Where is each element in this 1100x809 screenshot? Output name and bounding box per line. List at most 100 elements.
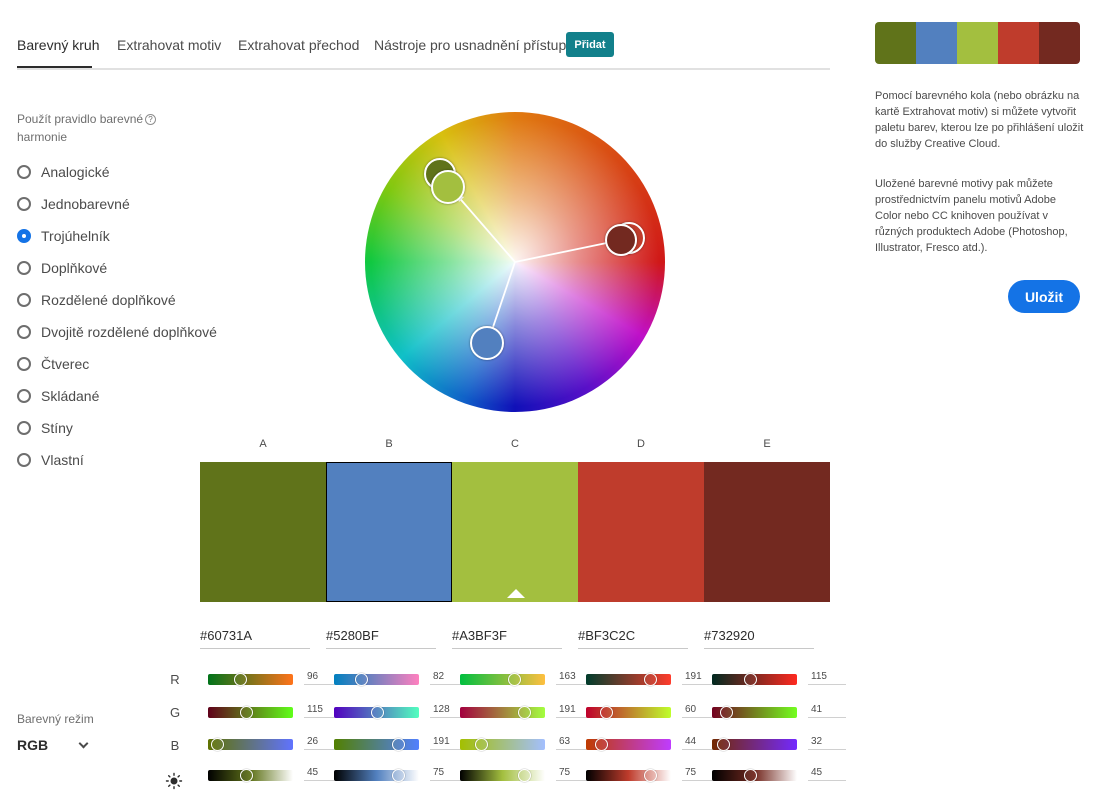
slider-handle[interactable] xyxy=(391,769,405,782)
harmony-rule-option[interactable]: Stíny xyxy=(17,418,73,438)
wheel-handle-b[interactable] xyxy=(470,326,504,360)
wheel-handle-c-base[interactable] xyxy=(431,170,465,204)
channel-slider-b[interactable] xyxy=(712,738,797,751)
slider-handle[interactable] xyxy=(210,738,224,751)
slider-handle[interactable] xyxy=(234,673,247,686)
harmony-rule-option[interactable]: Skládané xyxy=(17,386,99,406)
harmony-rule-option[interactable]: Jednobarevné xyxy=(17,194,130,214)
wheel-connector-lines xyxy=(455,193,622,343)
slider-handle[interactable] xyxy=(508,673,522,686)
channel-slider-g[interactable] xyxy=(460,706,545,719)
channel-slider-b[interactable] xyxy=(586,738,671,751)
palette-preview[interactable] xyxy=(875,22,1080,64)
tab-extract-theme[interactable]: Extrahovat motiv xyxy=(117,37,221,53)
harmony-rule-option[interactable]: Rozdělené doplňkové xyxy=(17,290,176,310)
radio-button[interactable] xyxy=(17,165,31,179)
radio-button[interactable] xyxy=(17,325,31,339)
channel-value-field[interactable]: 41 xyxy=(808,704,846,718)
channel-slider-r[interactable] xyxy=(460,673,545,686)
channel-slider-brightness[interactable] xyxy=(460,769,545,782)
palette-preview-swatch[interactable] xyxy=(1039,22,1080,64)
slider-handle[interactable] xyxy=(744,673,758,686)
channel-slider-brightness[interactable] xyxy=(334,769,419,782)
slider-handle[interactable] xyxy=(370,706,384,719)
harmony-rule-option[interactable]: Trojúhelník xyxy=(17,226,110,246)
slider-handle[interactable] xyxy=(517,769,531,782)
hex-input[interactable] xyxy=(704,624,814,649)
swatch-column-letter: A xyxy=(259,438,267,450)
slider-handle[interactable] xyxy=(643,769,657,782)
color-swatch[interactable] xyxy=(200,462,326,602)
channel-slider-brightness[interactable] xyxy=(208,769,293,782)
channel-slider-b[interactable] xyxy=(208,738,293,751)
channel-value-field[interactable]: 32 xyxy=(808,736,846,750)
palette-preview-swatch[interactable] xyxy=(957,22,998,64)
slider-handle[interactable] xyxy=(240,706,254,719)
radio-button[interactable] xyxy=(17,293,31,307)
channel-slider-g[interactable] xyxy=(208,706,293,719)
channel-slider-r[interactable] xyxy=(712,673,797,686)
harmony-rule-option[interactable]: Vlastní xyxy=(17,450,84,470)
channel-value-field[interactable]: 115 xyxy=(808,671,846,685)
slider-handle[interactable] xyxy=(391,738,405,751)
slider-handle[interactable] xyxy=(719,706,733,719)
harmony-rule-option[interactable]: Čtverec xyxy=(17,354,89,374)
color-swatch[interactable] xyxy=(452,462,578,602)
swatch-column-letter: D xyxy=(637,438,645,450)
radio-button[interactable] xyxy=(17,261,31,275)
tab-accessibility-tools[interactable]: Nástroje pro usnadnění přístupu xyxy=(374,37,574,53)
slider-handle[interactable] xyxy=(744,769,758,782)
channel-slider-b[interactable] xyxy=(334,738,419,751)
question-mark-icon[interactable]: ? xyxy=(145,114,156,125)
radio-button[interactable] xyxy=(17,357,31,371)
hex-input[interactable] xyxy=(326,624,436,649)
palette-preview-swatch[interactable] xyxy=(998,22,1039,64)
radio-button[interactable] xyxy=(17,389,31,403)
channel-slider-brightness[interactable] xyxy=(712,769,797,782)
color-mode-select[interactable]: RGB xyxy=(17,735,89,755)
harmony-rule-label: Vlastní xyxy=(41,452,84,468)
wheel-handle-e[interactable] xyxy=(605,224,637,256)
harmony-rule-option[interactable]: Dvojitě rozdělené doplňkové xyxy=(17,322,217,342)
harmony-rule-label: Analogické xyxy=(41,164,110,180)
color-wheel[interactable] xyxy=(365,112,665,412)
radio-button[interactable] xyxy=(17,421,31,435)
save-button[interactable]: Uložit xyxy=(1008,280,1080,313)
radio-button[interactable] xyxy=(17,453,31,467)
hex-input[interactable] xyxy=(452,624,562,649)
harmony-rule-option[interactable]: Doplňkové xyxy=(17,258,107,278)
channel-value-field[interactable]: 45 xyxy=(808,767,846,781)
palette-preview-swatch[interactable] xyxy=(875,22,916,64)
hex-input[interactable] xyxy=(200,624,310,649)
tab-extract-gradient[interactable]: Extrahovat přechod xyxy=(238,37,359,53)
color-swatch[interactable] xyxy=(704,462,830,602)
color-swatch[interactable] xyxy=(578,462,704,602)
info-paragraph-2: Uložené barevné motivy pak můžete prostř… xyxy=(875,178,1068,254)
slider-handle[interactable] xyxy=(600,706,613,719)
harmony-rule-title: Použít pravidlo barevné harmonie xyxy=(17,112,144,144)
tab-color-wheel[interactable]: Barevný kruh xyxy=(17,37,99,53)
slider-handle[interactable] xyxy=(475,738,488,751)
slider-handle[interactable] xyxy=(643,673,657,686)
slider-handle[interactable] xyxy=(355,673,369,686)
palette-preview-swatch[interactable] xyxy=(916,22,957,64)
channel-slider-r[interactable] xyxy=(586,673,671,686)
swatch-column-letter: C xyxy=(511,438,519,450)
channel-slider-brightness[interactable] xyxy=(586,769,671,782)
radio-button[interactable] xyxy=(17,229,31,243)
channel-slider-g[interactable] xyxy=(712,706,797,719)
channel-slider-r[interactable] xyxy=(208,673,293,686)
channel-slider-r[interactable] xyxy=(334,673,419,686)
slider-handle[interactable] xyxy=(594,738,608,751)
add-tab-button[interactable]: Přidat xyxy=(566,32,614,57)
radio-button[interactable] xyxy=(17,197,31,211)
channel-slider-g[interactable] xyxy=(334,706,419,719)
hex-input[interactable] xyxy=(578,624,688,649)
channel-slider-g[interactable] xyxy=(586,706,671,719)
color-swatch[interactable] xyxy=(326,462,452,602)
slider-handle[interactable] xyxy=(517,706,531,719)
harmony-rule-option[interactable]: Analogické xyxy=(17,162,110,182)
slider-handle[interactable] xyxy=(716,738,730,751)
channel-slider-b[interactable] xyxy=(460,738,545,751)
slider-handle[interactable] xyxy=(240,769,254,782)
